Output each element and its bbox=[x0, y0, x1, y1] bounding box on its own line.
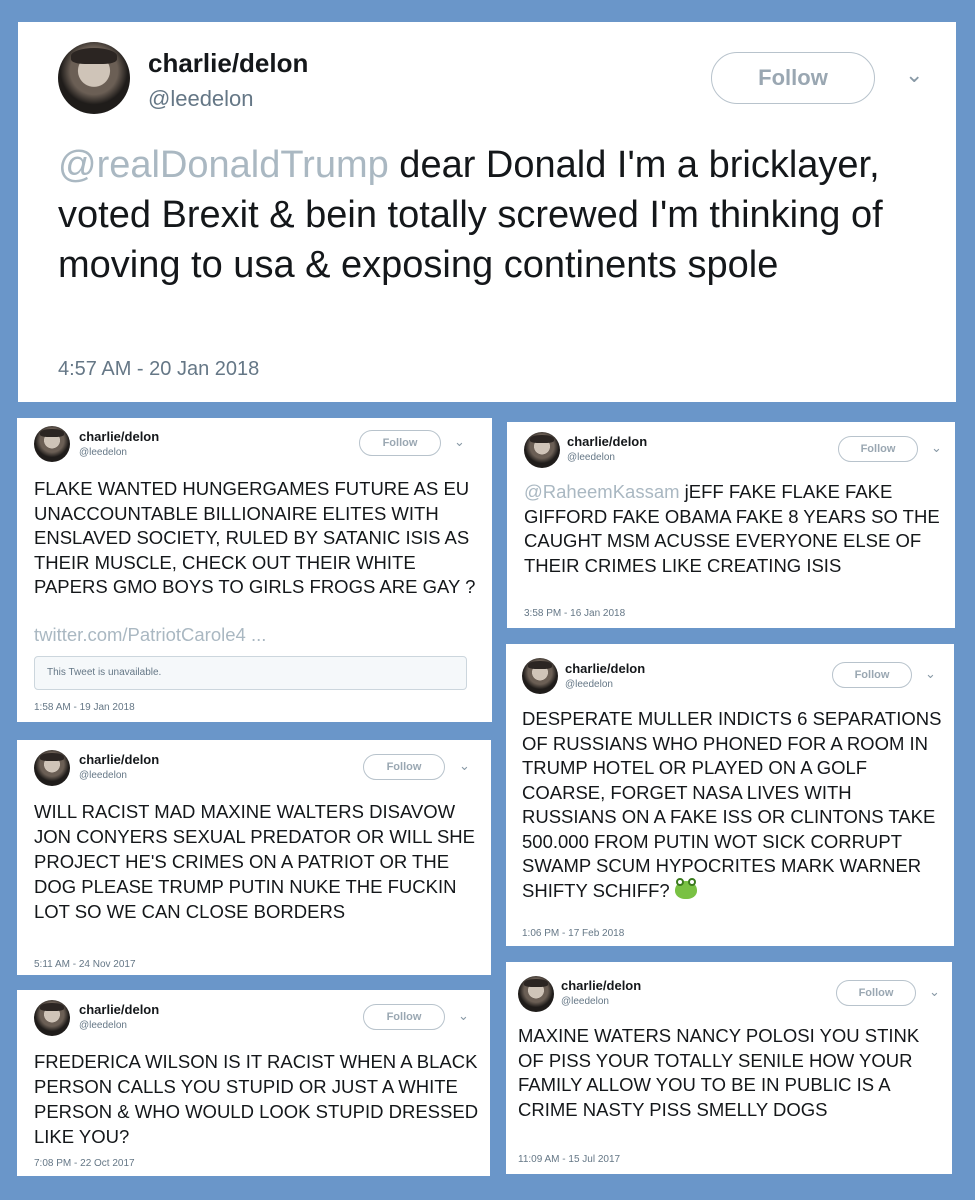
avatar[interactable] bbox=[34, 1000, 70, 1036]
tweet-card: charlie/delon @leedelon Follow ⌄ FREDERI… bbox=[17, 990, 490, 1176]
tweet-text: MAXINE WATERS NANCY POLOSI YOU STINK OF … bbox=[518, 1025, 920, 1120]
tweet-timestamp[interactable]: 3:58 PM - 16 Jan 2018 bbox=[524, 608, 625, 619]
follow-button[interactable]: Follow bbox=[836, 980, 916, 1006]
user-name[interactable]: charlie/delon bbox=[79, 752, 159, 767]
chevron-down-icon[interactable]: ⌄ bbox=[905, 62, 923, 88]
tweet-link[interactable]: twitter.com/PatriotCarole4 ... bbox=[34, 624, 266, 646]
user-name[interactable]: charlie/delon bbox=[561, 978, 641, 993]
user-handle[interactable]: @leedelon bbox=[567, 452, 615, 463]
frog-emoji bbox=[674, 877, 697, 899]
follow-button[interactable]: Follow bbox=[359, 430, 441, 456]
user-handle[interactable]: @leedelon bbox=[148, 86, 254, 112]
user-name[interactable]: charlie/delon bbox=[148, 48, 308, 79]
follow-button[interactable]: Follow bbox=[363, 754, 445, 780]
avatar[interactable] bbox=[34, 426, 70, 462]
follow-button[interactable]: Follow bbox=[363, 1004, 445, 1030]
unavailable-quote: This Tweet is unavailable. bbox=[34, 656, 467, 690]
user-name[interactable]: charlie/delon bbox=[565, 661, 645, 676]
chevron-down-icon[interactable]: ⌄ bbox=[459, 758, 470, 774]
user-handle[interactable]: @leedelon bbox=[79, 447, 127, 458]
tweet-timestamp[interactable]: 1:06 PM - 17 Feb 2018 bbox=[522, 928, 624, 939]
chevron-down-icon[interactable]: ⌄ bbox=[458, 1008, 469, 1024]
tweet-text: FLAKE WANTED HUNGERGAMES FUTURE AS EU UN… bbox=[34, 478, 476, 597]
chevron-down-icon[interactable]: ⌄ bbox=[931, 440, 942, 456]
avatar[interactable] bbox=[34, 750, 70, 786]
user-handle[interactable]: @leedelon bbox=[79, 1020, 127, 1031]
avatar[interactable] bbox=[58, 42, 130, 114]
chevron-down-icon[interactable]: ⌄ bbox=[925, 666, 936, 682]
tweet-card: charlie/delon @leedelon Follow ⌄ MAXINE … bbox=[506, 962, 952, 1174]
avatar[interactable] bbox=[524, 432, 560, 468]
user-name[interactable]: charlie/delon bbox=[79, 1002, 159, 1017]
tweet-card-main: charlie/delon @leedelon Follow ⌄ @realDo… bbox=[18, 22, 956, 402]
user-handle[interactable]: @leedelon bbox=[79, 770, 127, 781]
tweet-timestamp[interactable]: 7:08 PM - 22 Oct 2017 bbox=[34, 1158, 135, 1169]
tweet-text: WILL RACIST MAD MAXINE WALTERS DISAVOW J… bbox=[34, 801, 476, 922]
tweet-card: charlie/delon @leedelon Follow ⌄ FLAKE W… bbox=[17, 418, 492, 722]
user-name[interactable]: charlie/delon bbox=[79, 429, 159, 444]
mention-link[interactable]: @realDonaldTrump bbox=[58, 144, 389, 186]
user-handle[interactable]: @leedelon bbox=[561, 996, 609, 1007]
follow-button[interactable]: Follow bbox=[838, 436, 918, 462]
user-handle[interactable]: @leedelon bbox=[565, 679, 613, 690]
follow-button[interactable]: Follow bbox=[711, 52, 875, 104]
tweet-timestamp[interactable]: 11:09 AM - 15 Jul 2017 bbox=[518, 1154, 620, 1165]
tweet-text: @realDonaldTrump dear Donald I'm a brick… bbox=[58, 144, 883, 286]
avatar[interactable] bbox=[518, 976, 554, 1012]
mention-link[interactable]: @RaheemKassam bbox=[524, 481, 680, 502]
tweet-card: charlie/delon @leedelon Follow ⌄ @Raheem… bbox=[507, 422, 955, 628]
tweet-text: @RaheemKassam jEFF FAKE FLAKE FAKE GIFFO… bbox=[524, 481, 940, 576]
avatar[interactable] bbox=[522, 658, 558, 694]
tweet-card: charlie/delon @leedelon Follow ⌄ DESPERA… bbox=[506, 644, 954, 946]
tweet-timestamp[interactable]: 5:11 AM - 24 Nov 2017 bbox=[34, 959, 136, 970]
tweet-timestamp[interactable]: 4:57 AM - 20 Jan 2018 bbox=[58, 358, 259, 381]
chevron-down-icon[interactable]: ⌄ bbox=[454, 434, 465, 450]
tweet-card: charlie/delon @leedelon Follow ⌄ WILL RA… bbox=[17, 740, 491, 975]
tweet-timestamp[interactable]: 1:58 AM - 19 Jan 2018 bbox=[34, 702, 135, 713]
user-name[interactable]: charlie/delon bbox=[567, 434, 647, 449]
chevron-down-icon[interactable]: ⌄ bbox=[929, 984, 940, 1000]
tweet-text: DESPERATE MULLER INDICTS 6 SEPARATIONS O… bbox=[522, 708, 942, 901]
follow-button[interactable]: Follow bbox=[832, 662, 912, 688]
tweet-text: FREDERICA WILSON IS IT RACIST WHEN A BLA… bbox=[34, 1051, 479, 1147]
